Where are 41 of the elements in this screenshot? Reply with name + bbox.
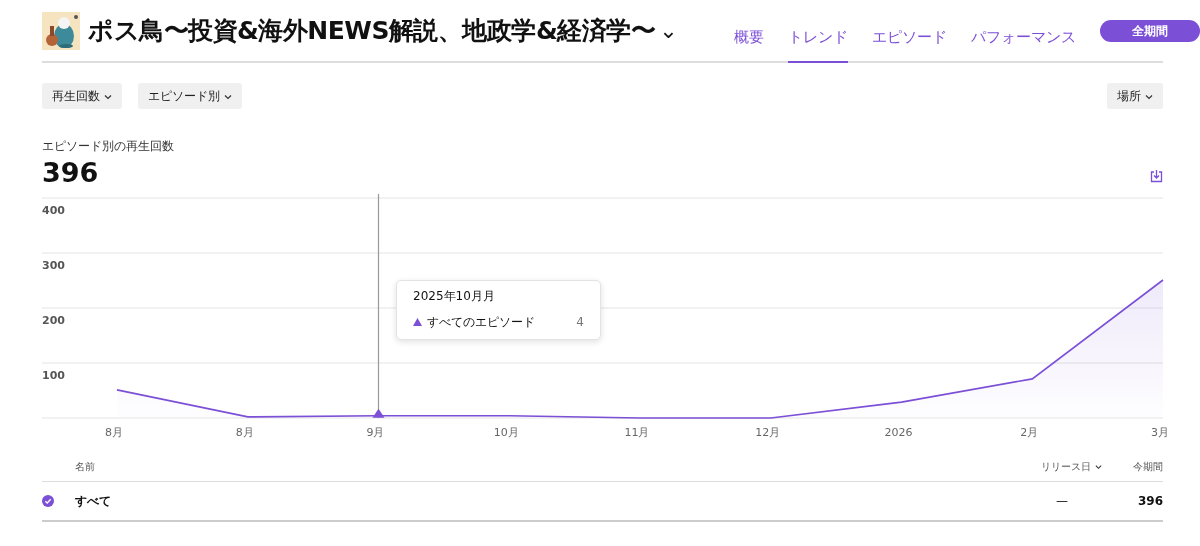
x-axis-label: 9月 — [366, 426, 385, 439]
nav-tab[interactable]: パフォーマンス — [971, 7, 1076, 63]
x-axis-label: 2026 — [884, 426, 913, 439]
y-axis-label: 200 — [42, 314, 65, 327]
nav-tab[interactable]: 概要 — [734, 7, 764, 63]
x-axis-label: 2月 — [1020, 426, 1039, 439]
filter-dropdown[interactable]: エピソード別 — [138, 83, 242, 109]
column-header[interactable]: リリース日 — [1041, 459, 1133, 474]
metric-label: エピソード別の再生回数 — [42, 138, 174, 155]
x-axis-label: 10月 — [493, 426, 519, 439]
column-header: 今期間 — [1133, 460, 1163, 474]
tooltip-title: 2025年10月月 — [413, 288, 496, 305]
table-cell-text: 396 — [1137, 493, 1163, 510]
table-cell-text: すべて — [75, 493, 111, 510]
table-cell-text: — — [1055, 493, 1068, 510]
y-axis-label: 300 — [42, 259, 65, 272]
nav-tab[interactable]: エピソード — [872, 7, 947, 63]
caret-icon[interactable]: ⌄ — [659, 19, 678, 42]
download-icon[interactable] — [1150, 169, 1163, 183]
checkbox[interactable] — [42, 495, 54, 507]
filter-dropdown[interactable]: 場所 — [1107, 83, 1163, 109]
x-axis-label: 11月 — [624, 426, 650, 439]
caret-icon — [1145, 93, 1153, 100]
caret-icon — [104, 93, 112, 100]
x-axis-label: 3月 — [1151, 426, 1169, 439]
y-axis-label: 100 — [42, 369, 65, 382]
nav-tab[interactable]: トレンド — [788, 7, 848, 63]
x-axis-label: 12月 — [755, 426, 781, 439]
column-header: 名前 — [75, 460, 95, 474]
triangle-icon — [413, 318, 422, 326]
point-marker — [372, 408, 385, 418]
x-axis-label: 8月 — [235, 426, 254, 439]
filter-dropdown[interactable]: 再生回数 — [42, 83, 122, 109]
period-button[interactable]: 全期間 — [1100, 19, 1200, 42]
series-name: すべてのエピソード — [427, 314, 535, 331]
y-axis-label: 400 — [42, 204, 65, 217]
caret-icon — [224, 93, 232, 100]
metric-value: 396 — [42, 159, 100, 186]
x-axis-label: 8月 — [105, 426, 123, 439]
podcast-title: ポス鳥〜投資&海外NEWS解説、地政学&経済学〜 — [88, 14, 656, 47]
series-value: 4 — [576, 314, 584, 331]
